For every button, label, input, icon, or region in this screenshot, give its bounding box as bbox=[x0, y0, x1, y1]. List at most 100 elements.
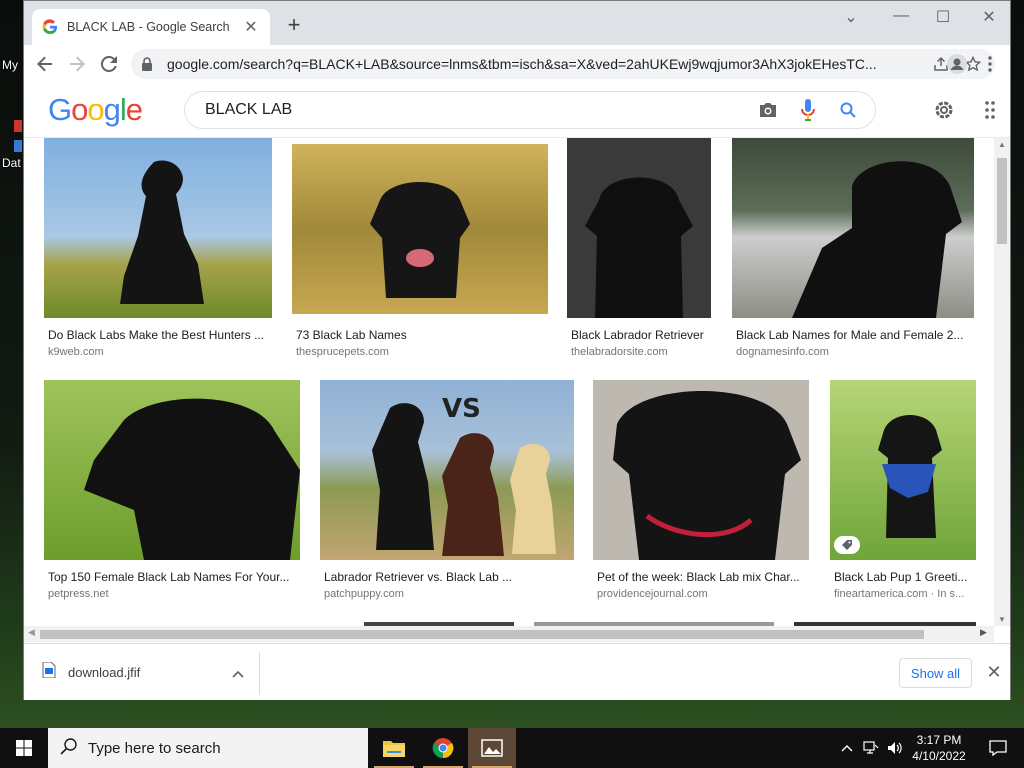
result-thumbnail[interactable] bbox=[44, 380, 300, 560]
search-icon[interactable] bbox=[833, 95, 863, 125]
image-result[interactable]: Black Labrador Retriever thelabradorsite… bbox=[567, 138, 713, 360]
image-result[interactable]: Black Lab Pup 1 Greeti... fineartamerica… bbox=[830, 380, 978, 602]
forward-arrow-icon[interactable] bbox=[65, 52, 89, 76]
black-lab-puppy-image bbox=[878, 415, 942, 538]
close-icon[interactable]: ✕ bbox=[984, 662, 1004, 682]
black-lab-image bbox=[792, 161, 962, 318]
scroll-right-arrow-icon[interactable]: ▶ bbox=[980, 627, 987, 638]
image-result[interactable]: Pet of the week: Black Lab mix Char... p… bbox=[593, 380, 811, 602]
vertical-scrollbar[interactable]: ▲ ▼ bbox=[994, 138, 1010, 626]
network-icon[interactable] bbox=[860, 728, 882, 768]
result-thumbnail[interactable] bbox=[830, 380, 976, 560]
result-thumbnail[interactable] bbox=[44, 138, 272, 318]
logo-letter: g bbox=[103, 92, 121, 127]
clock-date: 4/10/2022 bbox=[912, 749, 966, 763]
image-result[interactable]: 73 Black Lab Names thesprucepets.com bbox=[292, 144, 550, 360]
result-caption[interactable]: 73 Black Lab Names bbox=[296, 328, 546, 342]
chrome-icon[interactable] bbox=[419, 728, 467, 768]
tab-search-dropdown-icon[interactable]: ⌄ bbox=[836, 7, 866, 27]
show-all-button[interactable]: Show all bbox=[899, 658, 972, 688]
system-clock[interactable]: 3:17 PM 4/10/2022 bbox=[906, 732, 972, 764]
result-caption[interactable]: Black Labrador Retriever bbox=[571, 328, 711, 342]
desktop-icon[interactable] bbox=[14, 120, 22, 132]
maximize-button[interactable]: ☐ bbox=[928, 7, 958, 27]
black-lab-image bbox=[585, 177, 693, 318]
vertical-scroll-thumb[interactable] bbox=[997, 158, 1007, 244]
url-text[interactable]: google.com/search?q=BLACK+LAB&source=lnm… bbox=[167, 56, 921, 72]
black-lab-image bbox=[84, 398, 300, 560]
desktop-icon[interactable] bbox=[14, 140, 22, 152]
image-result[interactable]: VS Labrador Retriever vs. Black Lab ... … bbox=[320, 380, 576, 602]
reload-icon[interactable] bbox=[97, 52, 121, 76]
horizontal-scrollbar[interactable]: ◀ ▶ bbox=[24, 626, 994, 642]
result-source[interactable]: thesprucepets.com bbox=[296, 346, 546, 358]
settings-gear-icon[interactable] bbox=[932, 98, 956, 122]
chevron-up-icon[interactable] bbox=[228, 664, 248, 684]
image-result[interactable]: Do Black Labs Make the Best Hunters ... … bbox=[44, 138, 274, 360]
google-apps-grid-icon[interactable] bbox=[980, 98, 1000, 122]
scroll-down-arrow-icon[interactable]: ▼ bbox=[998, 615, 1006, 624]
profile-avatar-icon[interactable] bbox=[945, 52, 969, 76]
result-source[interactable]: providencejournal.com bbox=[597, 588, 807, 600]
result-source[interactable]: dognamesinfo.com bbox=[736, 346, 974, 358]
result-caption[interactable]: Do Black Labs Make the Best Hunters ... bbox=[48, 328, 270, 342]
close-window-button[interactable]: ✕ bbox=[974, 7, 1004, 27]
download-file-name[interactable]: download.jfif bbox=[68, 665, 140, 680]
address-bar[interactable]: google.com/search?q=BLACK+LAB&source=lnm… bbox=[131, 49, 995, 79]
result-thumbnail[interactable] bbox=[593, 380, 809, 560]
chevron-up-tray-icon[interactable] bbox=[838, 728, 856, 768]
result-source[interactable]: patchpuppy.com bbox=[324, 588, 572, 600]
file-explorer-icon[interactable] bbox=[370, 728, 418, 768]
active-tab[interactable]: BLACK LAB - Google Search ✕ bbox=[32, 9, 270, 45]
result-source[interactable]: thelabradorsite.com bbox=[571, 346, 711, 358]
microphone-icon[interactable] bbox=[793, 95, 823, 125]
back-arrow-icon[interactable] bbox=[33, 52, 57, 76]
google-search-box[interactable] bbox=[184, 91, 876, 129]
result-thumbnail[interactable] bbox=[732, 138, 974, 318]
result-caption[interactable]: Pet of the week: Black Lab mix Char... bbox=[597, 570, 807, 584]
taskbar-search-placeholder[interactable]: Type here to search bbox=[88, 740, 221, 757]
tab-close-icon[interactable]: ✕ bbox=[242, 17, 260, 37]
taskbar-search-box[interactable]: Type here to search bbox=[48, 728, 368, 768]
black-lab-image bbox=[120, 160, 204, 304]
logo-letter: o bbox=[71, 92, 88, 127]
image-result[interactable]: Black Lab Names for Male and Female 2...… bbox=[732, 138, 976, 360]
scroll-left-arrow-icon[interactable]: ◀ bbox=[28, 627, 35, 638]
horizontal-scroll-thumb[interactable] bbox=[40, 630, 924, 639]
volume-icon[interactable] bbox=[884, 728, 906, 768]
google-logo[interactable]: Google bbox=[48, 92, 143, 128]
result-caption[interactable]: Top 150 Female Black Lab Names For Your.… bbox=[48, 570, 298, 584]
result-thumbnail[interactable]: VS bbox=[320, 380, 574, 560]
tab-title: BLACK LAB - Google Search bbox=[67, 20, 230, 34]
result-thumbnail[interactable] bbox=[567, 138, 711, 318]
chrome-menu-icon[interactable] bbox=[978, 52, 1002, 76]
divider bbox=[259, 652, 260, 695]
notification-center-icon[interactable] bbox=[978, 728, 1018, 768]
minimize-button[interactable]: — bbox=[886, 7, 916, 25]
logo-letter: o bbox=[87, 92, 104, 127]
camera-lens-icon[interactable] bbox=[753, 95, 783, 125]
download-item[interactable]: download.jfif bbox=[42, 661, 140, 683]
result-source[interactable]: k9web.com bbox=[48, 346, 270, 358]
desktop-icon-label-my[interactable]: My bbox=[2, 58, 18, 72]
browser-toolbar: google.com/search?q=BLACK+LAB&source=lnm… bbox=[24, 45, 1010, 82]
result-source[interactable]: fineartamerica.com · In s... bbox=[834, 588, 974, 600]
price-tag-icon[interactable] bbox=[834, 536, 860, 554]
result-thumbnail[interactable] bbox=[292, 144, 548, 314]
clock-time: 3:17 PM bbox=[916, 733, 962, 747]
windows-start-icon[interactable] bbox=[0, 728, 48, 768]
logo-letter: e bbox=[125, 92, 143, 127]
result-caption[interactable]: Labrador Retriever vs. Black Lab ... bbox=[324, 570, 572, 584]
photos-app-icon[interactable] bbox=[468, 728, 516, 768]
result-caption[interactable]: Black Lab Pup 1 Greeti... bbox=[834, 570, 974, 584]
search-input[interactable] bbox=[205, 101, 743, 119]
new-tab-button[interactable]: + bbox=[280, 13, 308, 37]
image-result[interactable]: Top 150 Female Black Lab Names For Your.… bbox=[44, 380, 302, 602]
desktop-icon-label-dat[interactable]: Dat bbox=[2, 156, 21, 170]
result-source[interactable]: petpress.net bbox=[48, 588, 298, 600]
scroll-up-arrow-icon[interactable]: ▲ bbox=[998, 140, 1006, 149]
result-caption[interactable]: Black Lab Names for Male and Female 2... bbox=[736, 328, 974, 342]
black-lab-image bbox=[613, 391, 801, 560]
three-labradors-image bbox=[372, 403, 556, 556]
lock-icon[interactable] bbox=[141, 57, 157, 71]
